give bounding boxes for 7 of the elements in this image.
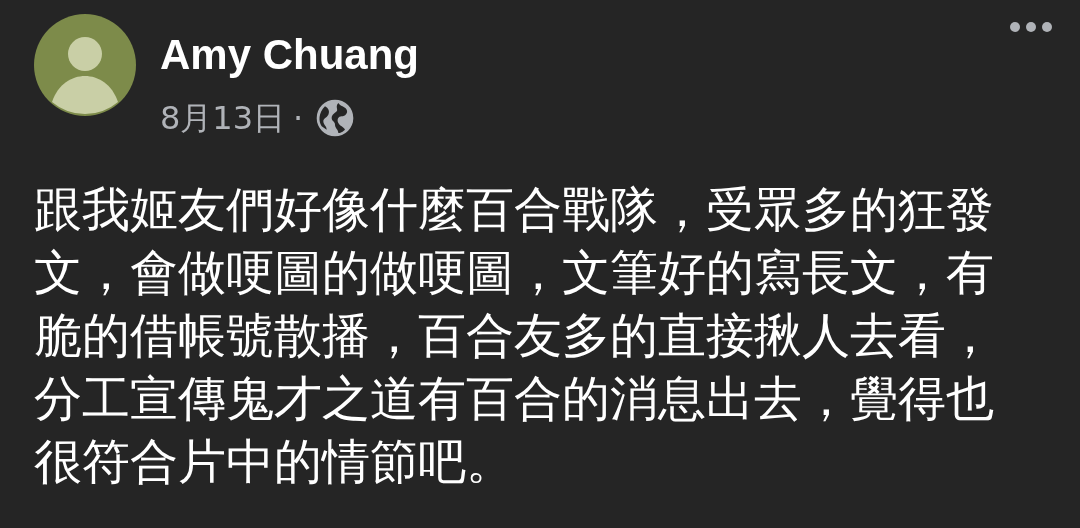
globe-icon [315,98,356,138]
avatar[interactable] [34,14,136,116]
post-text: 跟我姬友們好像什麼百合戰隊，受眾多的狂發文，會做哽圖的做哽圖，文筆好的寫長文，有脆的借帳號散播，百合友多的直接揪人去看，分工宣傳鬼才之道有百合的消息出去，覺得也很符合片中的情節吧。 [34,180,995,491]
separator: · [293,98,304,138]
post-date[interactable]: 8月13日 [160,98,286,138]
more-options-icon[interactable] [1010,22,1052,32]
author-name[interactable]: Amy Chuang [160,30,419,80]
